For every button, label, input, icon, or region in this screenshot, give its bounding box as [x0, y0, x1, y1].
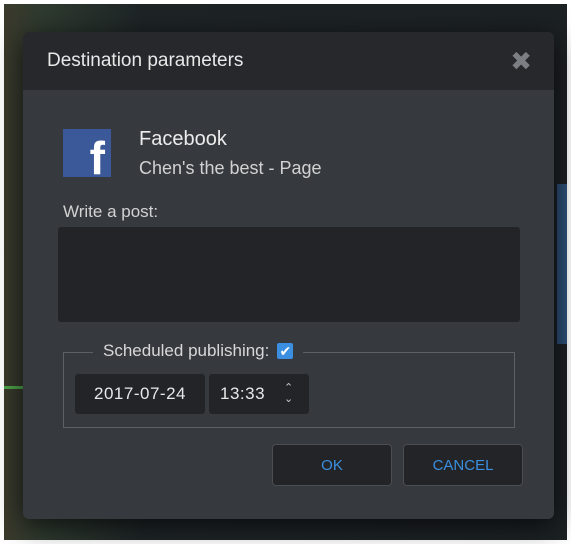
ok-button[interactable]: OK — [272, 444, 392, 486]
cancel-button[interactable]: CANCEL — [403, 444, 523, 486]
scheduled-publishing-checkbox[interactable]: ✔ — [277, 343, 294, 359]
destination-name: Facebook — [139, 128, 227, 150]
destination-parameters-dialog: Destination parameters ✖ f Facebook Chen… — [23, 32, 554, 519]
facebook-icon: f — [63, 129, 111, 177]
scheduled-publishing-label: Scheduled publishing: — [103, 341, 270, 360]
time-input[interactable]: 13:33 ⌃ ⌄ — [209, 374, 309, 414]
dialog-title: Destination parameters — [47, 50, 244, 71]
time-value: 13:33 — [220, 384, 266, 403]
scheduled-publishing-legend: Scheduled publishing: ✔ — [93, 341, 304, 361]
destination-page: Chen's the best - Page — [139, 158, 322, 178]
chevron-down-icon[interactable]: ⌄ — [284, 394, 294, 405]
post-label: Write a post: — [63, 202, 159, 221]
post-textarea[interactable] — [58, 227, 520, 322]
close-icon[interactable]: ✖ — [510, 48, 532, 74]
facebook-logo-glyph: f — [89, 132, 105, 177]
background-panel-strip — [557, 184, 567, 344]
dialog-header: Destination parameters ✖ — [23, 32, 554, 90]
time-spinner[interactable]: ⌃ ⌄ — [284, 383, 294, 405]
date-input[interactable]: 2017-07-24 — [75, 374, 205, 414]
